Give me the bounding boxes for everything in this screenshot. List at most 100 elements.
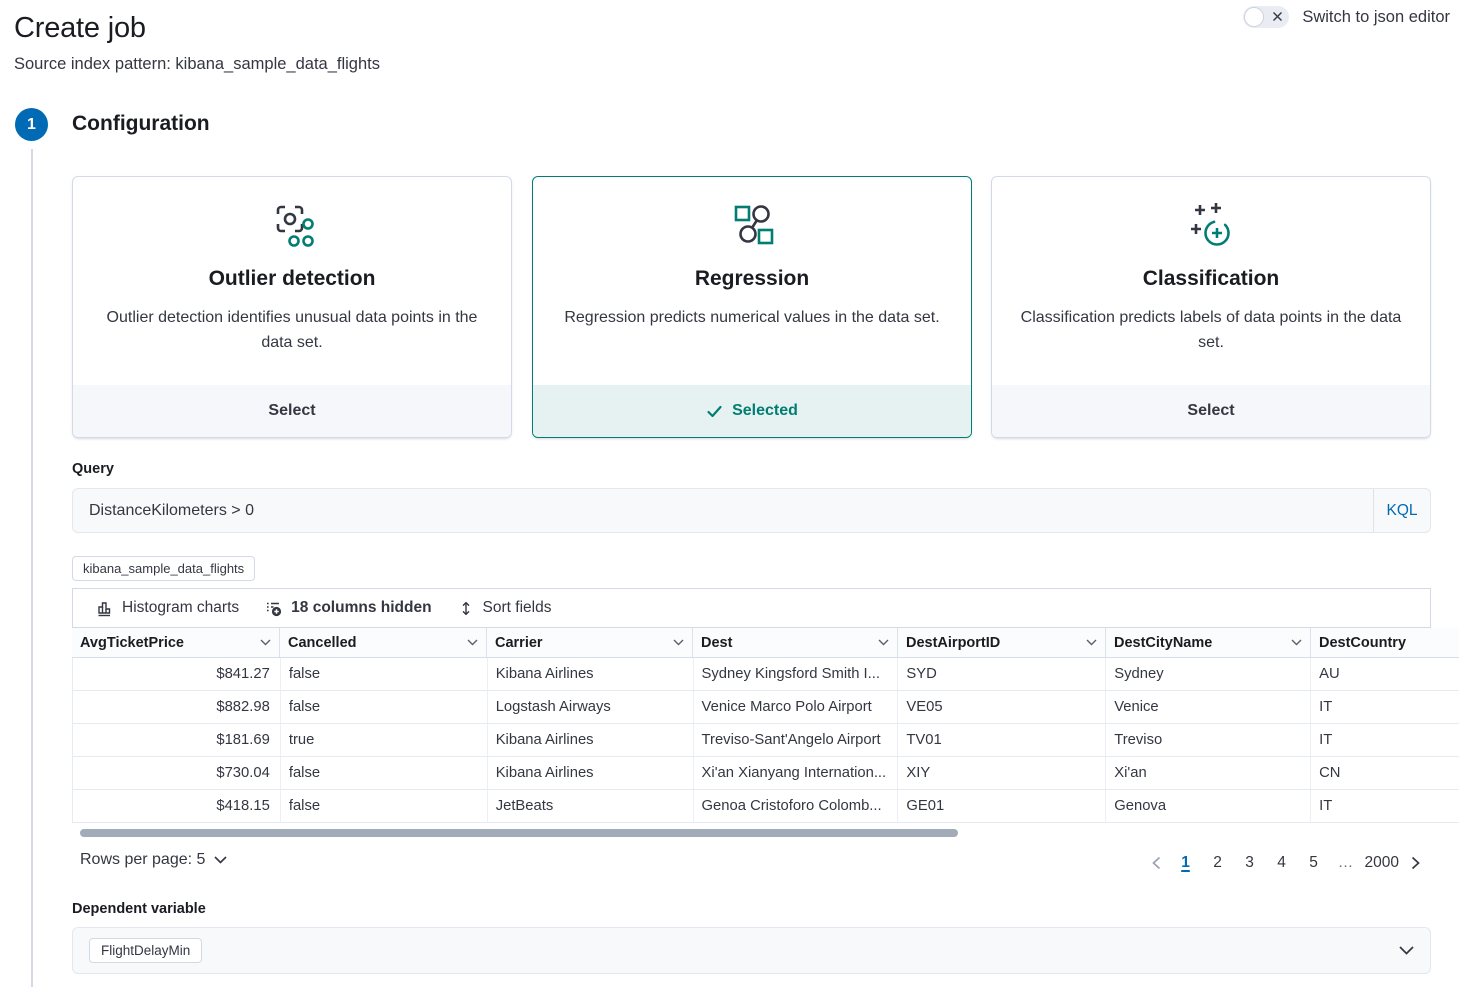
chevron-down-icon[interactable]: [1291, 639, 1302, 646]
dependent-variable-value-pill: FlightDelayMin: [89, 938, 202, 963]
cell-dest: Venice Marco Polo Airport: [694, 691, 899, 723]
card-body: Outlier detection Outlier detection iden…: [73, 177, 511, 385]
cell-avgticketprice: $418.15: [73, 790, 281, 822]
grid-toolbar: Histogram charts 18 columns hidden Sor: [72, 588, 1431, 628]
cell-avgticketprice: $730.04: [73, 757, 281, 789]
cell-destcountry: IT: [1311, 790, 1459, 822]
json-editor-switch[interactable]: [1243, 6, 1289, 28]
chevron-down-icon[interactable]: [260, 639, 271, 646]
card-title: Regression: [557, 267, 947, 291]
cell-dest: Genoa Cristoforo Colomb...: [694, 790, 899, 822]
page-button-4[interactable]: 4: [1269, 849, 1295, 877]
json-editor-toggle-group: Switch to json editor: [1243, 6, 1450, 28]
horizontal-scrollbar[interactable]: [80, 829, 958, 837]
cell-destcountry: IT: [1311, 691, 1459, 723]
index-pattern-badge: kibana_sample_data_flights: [72, 556, 255, 581]
histogram-charts-button[interactable]: Histogram charts: [96, 599, 239, 617]
selected-label: Selected: [732, 402, 798, 420]
cell-destairportid: VE05: [898, 691, 1106, 723]
card-description: Outlier detection identifies unusual dat…: [97, 305, 487, 356]
select-label: Select: [1187, 402, 1234, 420]
cell-carrier: Kibana Airlines: [488, 724, 694, 756]
cell-destairportid: GE01: [898, 790, 1106, 822]
column-header-carrier[interactable]: Carrier: [487, 628, 693, 657]
column-header-dest[interactable]: Dest: [693, 628, 898, 657]
column-header-destcountry[interactable]: DestCountry: [1311, 628, 1459, 657]
cell-destairportid: SYD: [898, 658, 1106, 690]
table-row: $841.27 false Kibana Airlines Sydney Kin…: [73, 658, 1459, 691]
cell-carrier: Kibana Airlines: [488, 658, 694, 690]
card-body: Classification Classification predicts l…: [992, 177, 1430, 385]
select-label: Select: [268, 402, 315, 420]
column-label: Cancelled: [288, 635, 357, 651]
cell-cancelled: false: [281, 658, 488, 690]
regression-icon: [557, 201, 947, 253]
chevron-down-icon[interactable]: [467, 639, 478, 646]
sort-icon: [458, 600, 474, 617]
chevron-down-icon[interactable]: [673, 639, 684, 646]
column-header-destcityname[interactable]: DestCityName: [1106, 628, 1311, 657]
card-title: Outlier detection: [97, 267, 487, 291]
column-label: AvgTicketPrice: [80, 635, 184, 651]
chevron-down-icon[interactable]: [1399, 946, 1414, 955]
chevron-left-icon: [1152, 856, 1161, 870]
query-input[interactable]: DistanceKilometers > 0: [73, 502, 1373, 520]
page-ellipsis: …: [1333, 849, 1359, 877]
select-outlier-button[interactable]: Select: [73, 385, 511, 437]
card-regression[interactable]: Regression Regression predicts numerical…: [532, 176, 972, 438]
chevron-down-icon: [214, 856, 227, 864]
cell-cancelled: true: [281, 724, 488, 756]
table-row: $181.69 true Kibana Airlines Treviso-San…: [73, 724, 1459, 757]
columns-hidden-button[interactable]: 18 columns hidden: [265, 599, 431, 617]
grid-header-row: AvgTicketPrice Cancelled Carrier Dest De…: [72, 628, 1459, 658]
page-button-5[interactable]: 5: [1301, 849, 1327, 877]
cell-carrier: JetBeats: [488, 790, 694, 822]
cell-cancelled: false: [281, 691, 488, 723]
columns-hidden-label: 18 columns hidden: [291, 599, 431, 617]
regression-selected-button[interactable]: Selected: [533, 385, 971, 437]
check-icon: [706, 404, 723, 419]
dependent-variable-combobox[interactable]: FlightDelayMin: [72, 927, 1431, 974]
table-row: $882.98 false Logstash Airways Venice Ma…: [73, 691, 1459, 724]
page-button-2[interactable]: 2: [1205, 849, 1231, 877]
chevron-down-icon[interactable]: [878, 639, 889, 646]
cell-destairportid: TV01: [898, 724, 1106, 756]
source-index-subtitle: Source index pattern: kibana_sample_data…: [14, 55, 380, 74]
card-body: Regression Regression predicts numerical…: [533, 177, 971, 385]
page-button-2000[interactable]: 2000: [1365, 849, 1399, 877]
column-header-cancelled[interactable]: Cancelled: [280, 628, 487, 657]
table-row: $418.15 false JetBeats Genoa Cristoforo …: [73, 790, 1459, 823]
select-classification-button[interactable]: Select: [992, 385, 1430, 437]
rows-per-page-select[interactable]: Rows per page: 5: [80, 851, 227, 869]
page-button-1[interactable]: 1: [1173, 849, 1199, 877]
column-header-destairportid[interactable]: DestAirportID: [898, 628, 1106, 657]
card-description: Regression predicts numerical values in …: [557, 305, 947, 330]
column-label: Dest: [701, 635, 732, 651]
rows-per-page-label: Rows per page: 5: [80, 851, 205, 869]
page-button-3[interactable]: 3: [1237, 849, 1263, 877]
next-page-button[interactable]: [1402, 849, 1428, 877]
sort-fields-button[interactable]: Sort fields: [458, 599, 552, 617]
columns-list-add-icon: [265, 600, 282, 617]
table-row: $730.04 false Kibana Airlines Xi'an Xian…: [73, 757, 1459, 790]
step-connector-line: [31, 149, 33, 987]
query-label: Query: [72, 461, 114, 477]
cell-destcountry: CN: [1311, 757, 1459, 789]
step-title: Configuration: [72, 112, 210, 136]
cell-cancelled: false: [281, 757, 488, 789]
previous-page-button[interactable]: [1144, 849, 1170, 877]
column-label: Carrier: [495, 635, 543, 651]
histogram-charts-label: Histogram charts: [122, 599, 239, 617]
json-editor-toggle-label: Switch to json editor: [1302, 8, 1450, 27]
cell-destcityname: Venice: [1106, 691, 1311, 723]
cell-avgticketprice: $882.98: [73, 691, 281, 723]
card-outlier-detection[interactable]: Outlier detection Outlier detection iden…: [72, 176, 512, 438]
cell-destcityname: Genova: [1106, 790, 1311, 822]
cell-carrier: Logstash Airways: [488, 691, 694, 723]
column-header-avgticketprice[interactable]: AvgTicketPrice: [72, 628, 280, 657]
chevron-down-icon[interactable]: [1086, 639, 1097, 646]
card-title: Classification: [1016, 267, 1406, 291]
kql-language-button[interactable]: KQL: [1373, 489, 1430, 532]
card-classification[interactable]: Classification Classification predicts l…: [991, 176, 1431, 438]
cell-cancelled: false: [281, 790, 488, 822]
